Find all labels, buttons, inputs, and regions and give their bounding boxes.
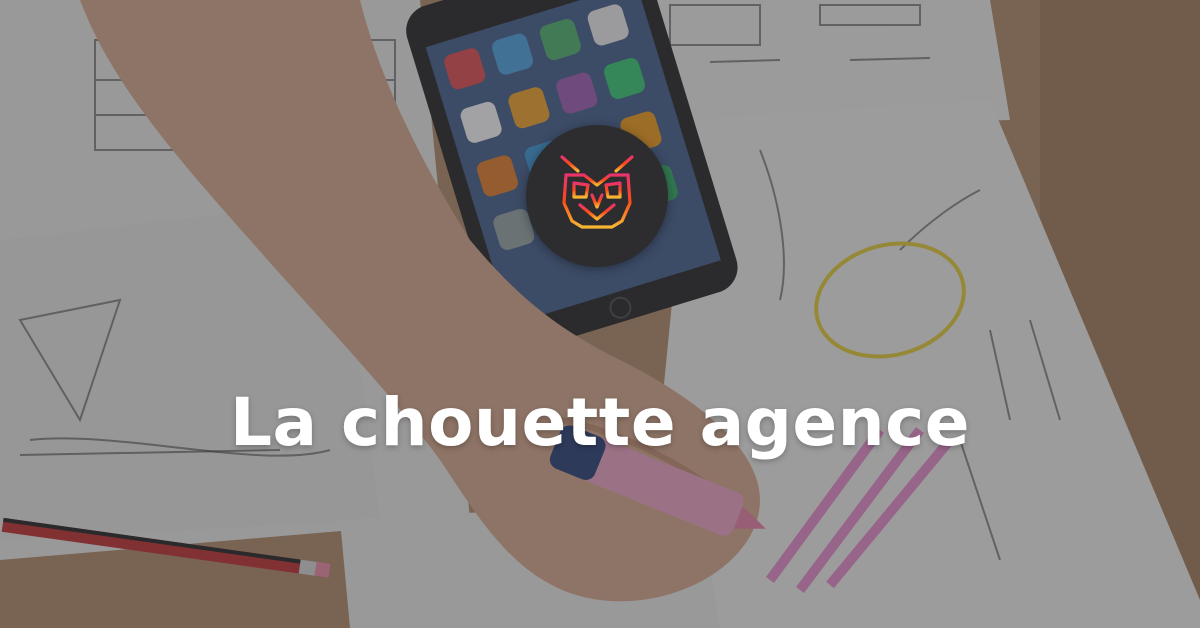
hero-banner: La chouette agence — [0, 0, 1200, 628]
headline: La chouette agence — [229, 384, 971, 462]
owl-icon — [560, 155, 634, 237]
logo — [526, 125, 668, 267]
dark-overlay — [0, 0, 1200, 628]
